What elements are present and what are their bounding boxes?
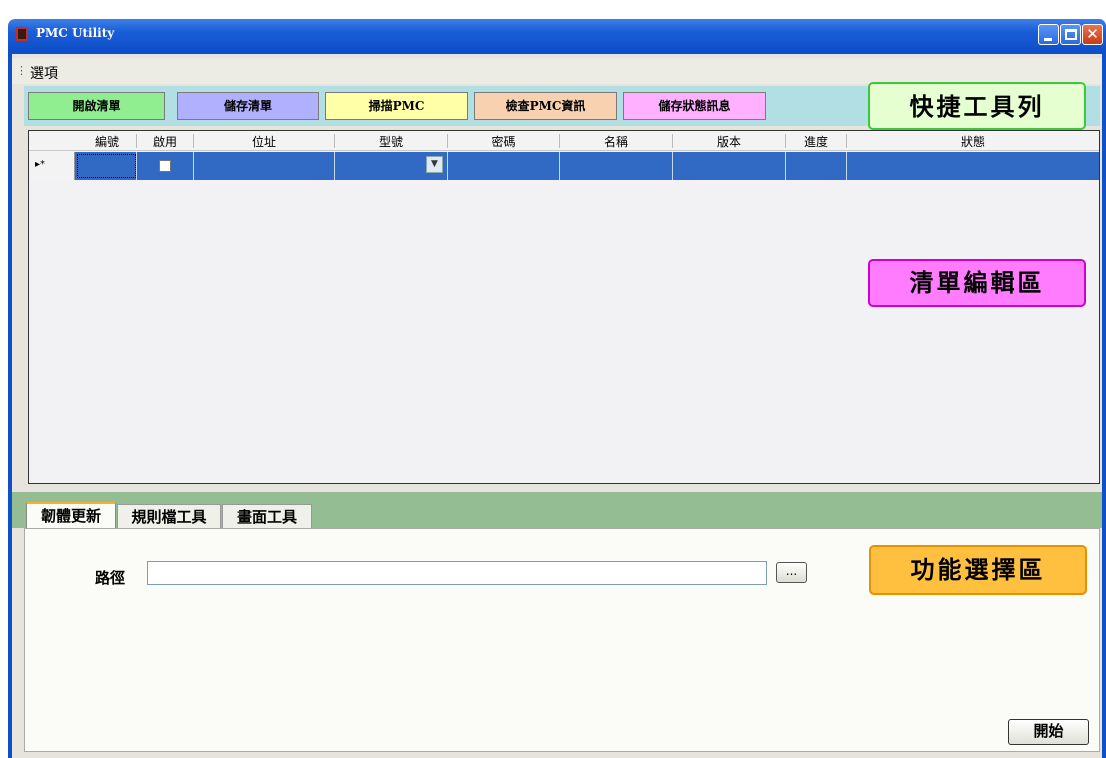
grid-header: 編號 啟用 位址 型號 密碼 名稱 版本 進度 狀態: [29, 131, 1099, 151]
column-header-password[interactable]: 密碼: [448, 133, 559, 150]
cell-divider: [785, 152, 786, 180]
minimize-button[interactable]: [1038, 24, 1059, 45]
column-header-number[interactable]: 編號: [79, 133, 135, 150]
toolbar-callout-label: 快捷工具列: [868, 82, 1086, 130]
cell-divider: [334, 152, 335, 180]
save-status-message-button[interactable]: 儲存狀態訊息: [623, 92, 766, 120]
cell-divider: [846, 152, 847, 180]
column-header-version[interactable]: 版本: [673, 133, 785, 150]
cell-divider: [136, 152, 137, 180]
cell-divider: [672, 152, 673, 180]
cell-divider: [447, 152, 448, 180]
column-header-enabled[interactable]: 啟用: [137, 133, 193, 150]
model-dropdown-chevron-icon[interactable]: ▼: [426, 156, 443, 173]
path-label: 路徑: [95, 569, 126, 587]
close-button[interactable]: ✕: [1082, 24, 1103, 45]
path-input[interactable]: [147, 561, 767, 585]
column-header-address[interactable]: 位址: [194, 133, 334, 150]
menu-item-options[interactable]: 選項: [30, 63, 58, 83]
start-button[interactable]: 開始: [1008, 719, 1089, 745]
cell-divider: [559, 152, 560, 180]
app-icon: [16, 27, 28, 41]
column-header-status[interactable]: 狀態: [847, 133, 1099, 150]
row-header[interactable]: ▸*: [29, 152, 75, 180]
cell-number[interactable]: [77, 154, 136, 178]
list-callout-label: 清單編輯區: [868, 259, 1086, 307]
tab-firmware-update[interactable]: 韌體更新: [26, 502, 116, 528]
title-bar[interactable]: PMC Utility ✕: [8, 19, 1106, 50]
tab-screen-tool[interactable]: 畫面工具: [222, 504, 312, 530]
enabled-checkbox[interactable]: [159, 160, 171, 172]
open-list-button[interactable]: 開啟清單: [28, 92, 165, 120]
cell-divider: [193, 152, 194, 180]
menu-grip-icon: ⋮: [16, 64, 27, 77]
check-pmc-info-button[interactable]: 檢查PMC資訊: [474, 92, 617, 120]
function-callout-label: 功能選擇區: [869, 545, 1087, 595]
window-title: PMC Utility: [36, 26, 115, 40]
table-row-new[interactable]: ▸* ▼: [29, 152, 1099, 180]
close-icon: ✕: [1086, 25, 1099, 43]
minimize-icon: [1044, 38, 1052, 41]
new-row-marker-icon: ▸*: [35, 159, 46, 170]
tab-rule-file-tool[interactable]: 規則檔工具: [117, 504, 221, 530]
column-header-progress[interactable]: 進度: [786, 133, 846, 150]
browse-button[interactable]: ...: [776, 562, 807, 583]
maximize-icon: [1065, 29, 1077, 40]
column-header-name[interactable]: 名稱: [560, 133, 672, 150]
scan-pmc-button[interactable]: 掃描PMC: [325, 92, 468, 120]
column-header-model[interactable]: 型號: [335, 133, 447, 150]
list-grid[interactable]: 編號 啟用 位址 型號 密碼 名稱 版本 進度 狀態 ▸* ▼: [28, 130, 1100, 484]
maximize-button[interactable]: [1060, 24, 1081, 45]
menu-bar: ⋮ 選項: [12, 58, 1102, 84]
save-list-button[interactable]: 儲存清單: [177, 92, 319, 120]
